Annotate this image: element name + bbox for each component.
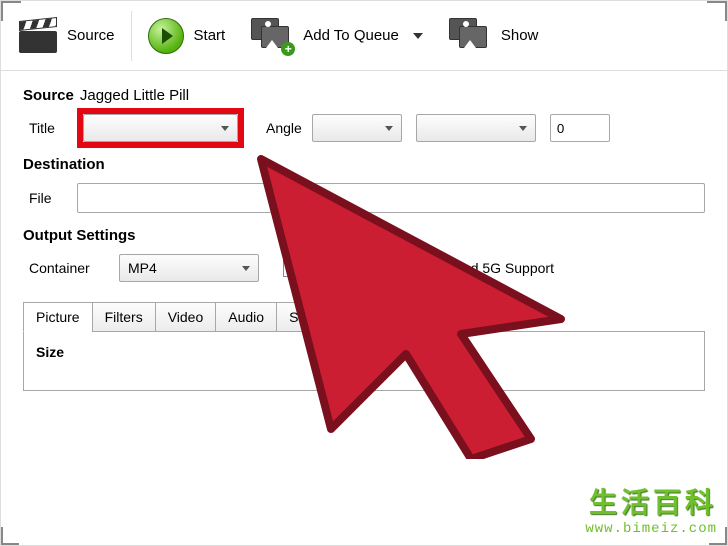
container-label: Container — [23, 260, 109, 276]
chevron-down-icon — [242, 266, 250, 271]
watermark: 生活百科 www.bimeiz.com — [585, 481, 717, 537]
chevron-down-icon — [221, 126, 229, 131]
title-dropdown[interactable] — [83, 114, 238, 142]
web-optimized-label: Web Optimized — [307, 260, 402, 276]
destination-label: Destination — [23, 156, 705, 173]
show-label: Show — [501, 27, 539, 44]
title-label: Title — [23, 120, 83, 136]
add-to-queue-button[interactable]: + Add To Queue — [241, 12, 433, 60]
toolbar: Source Start + Add To Queue Show — [1, 1, 727, 71]
tabs: Picture Filters Video Audio Subtitles Ch… — [23, 302, 705, 332]
gallery-icon — [449, 18, 491, 54]
watermark-url: www.bimeiz.com — [585, 521, 717, 537]
toolbar-divider — [131, 11, 132, 61]
range-dropdown[interactable] — [416, 114, 536, 142]
tab-chapters[interactable]: Chapters — [355, 302, 438, 332]
open-source-button[interactable]: Source — [9, 13, 125, 59]
file-label: File — [23, 190, 77, 206]
add-to-queue-label: Add To Queue — [303, 27, 399, 44]
show-queue-button[interactable]: Show — [439, 12, 549, 60]
container-dropdown-value: MP4 — [128, 260, 157, 276]
size-label: Size — [36, 344, 692, 360]
chevron-down-icon — [385, 126, 393, 131]
source-label: Source — [23, 87, 74, 104]
chevron-down-icon — [413, 33, 423, 39]
open-source-label: Source — [67, 27, 115, 44]
web-optimized-checkbox[interactable] — [283, 259, 301, 277]
tab-subtitles[interactable]: Subtitles — [276, 302, 356, 332]
start-label: Start — [194, 27, 226, 44]
play-icon — [148, 18, 184, 54]
start-button[interactable]: Start — [138, 12, 236, 60]
angle-dropdown[interactable] — [312, 114, 402, 142]
tab-picture[interactable]: Picture — [23, 302, 93, 332]
file-input[interactable] — [77, 183, 705, 213]
source-value: Jagged Little Pill — [80, 87, 189, 104]
output-settings-label: Output Settings — [23, 227, 705, 244]
content-panel: Source Jagged Little Pill Title Angle De… — [1, 71, 727, 391]
gallery-add-icon: + — [251, 18, 293, 54]
tab-audio[interactable]: Audio — [215, 302, 277, 332]
range-start-input[interactable] — [550, 114, 610, 142]
clapperboard-icon — [19, 19, 57, 53]
tab-video[interactable]: Video — [155, 302, 217, 332]
angle-label: Angle — [266, 120, 302, 136]
container-dropdown[interactable]: MP4 — [119, 254, 259, 282]
ipod-support-label: iPod 5G Support — [450, 260, 554, 276]
tab-body: Size — [23, 331, 705, 391]
watermark-title: 生活百科 — [585, 481, 717, 521]
chevron-down-icon — [519, 126, 527, 131]
ipod-support-checkbox[interactable] — [426, 259, 444, 277]
tab-filters[interactable]: Filters — [92, 302, 156, 332]
